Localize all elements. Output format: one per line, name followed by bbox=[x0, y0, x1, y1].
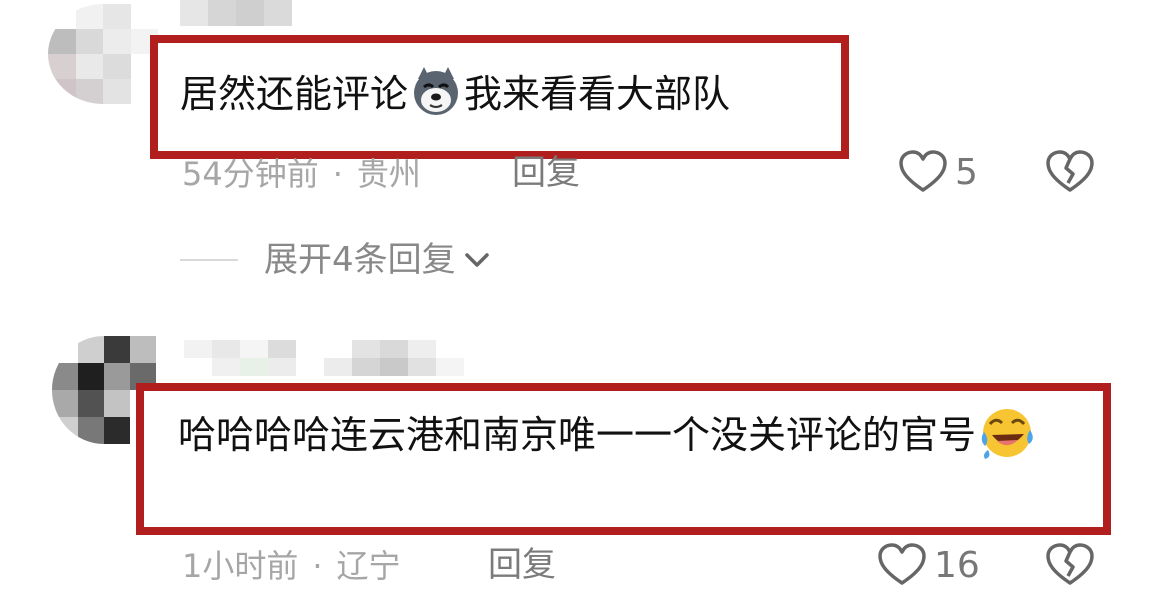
comment-time: 1小时前 bbox=[182, 547, 299, 585]
comment-time: 54分钟前 bbox=[182, 155, 319, 193]
comment-text-part: 我来看看大部队 bbox=[464, 72, 731, 116]
comment-text-part: 哈哈哈哈连云港和南京唯一一个没关评论的官号 bbox=[178, 413, 977, 457]
meta-separator: · bbox=[332, 155, 343, 193]
broken-heart-icon[interactable] bbox=[1046, 543, 1094, 587]
commenter-avatar[interactable] bbox=[48, 4, 158, 104]
heart-outline-icon[interactable] bbox=[899, 150, 947, 194]
divider-line bbox=[180, 259, 238, 261]
commenter-username[interactable] bbox=[180, 0, 292, 26]
chevron-down-icon bbox=[464, 253, 489, 267]
reply-button[interactable]: 回复 bbox=[488, 545, 556, 585]
comment-text: 哈哈哈哈连云港和南京唯一一个没关评论的官号 bbox=[178, 402, 1098, 467]
comment-text-part: 居然还能评论 bbox=[180, 72, 409, 116]
comment-location: 贵州 bbox=[356, 155, 421, 193]
broken-heart-icon[interactable] bbox=[1046, 150, 1094, 194]
commenter-username[interactable] bbox=[184, 340, 464, 376]
reply-button[interactable]: 回复 bbox=[512, 153, 580, 193]
like-count: 16 bbox=[934, 545, 980, 586]
heart-outline-icon[interactable] bbox=[878, 543, 926, 587]
comment-meta: 54分钟前 · 贵州 bbox=[182, 154, 421, 194]
meta-separator: · bbox=[312, 547, 323, 585]
expand-replies-button[interactable]: 展开4条回复 bbox=[180, 238, 492, 282]
comment-location: 辽宁 bbox=[336, 547, 401, 585]
laughing-tears-emoji bbox=[981, 409, 1033, 459]
expand-replies-label: 展开4条回复 bbox=[264, 240, 456, 280]
like-count: 5 bbox=[955, 152, 978, 193]
comment-text: 居然还能评论 我来看看大部队 bbox=[180, 62, 730, 126]
husky-dog-emoji bbox=[414, 67, 459, 115]
comment-meta: 1小时前 · 辽宁 bbox=[182, 546, 401, 586]
